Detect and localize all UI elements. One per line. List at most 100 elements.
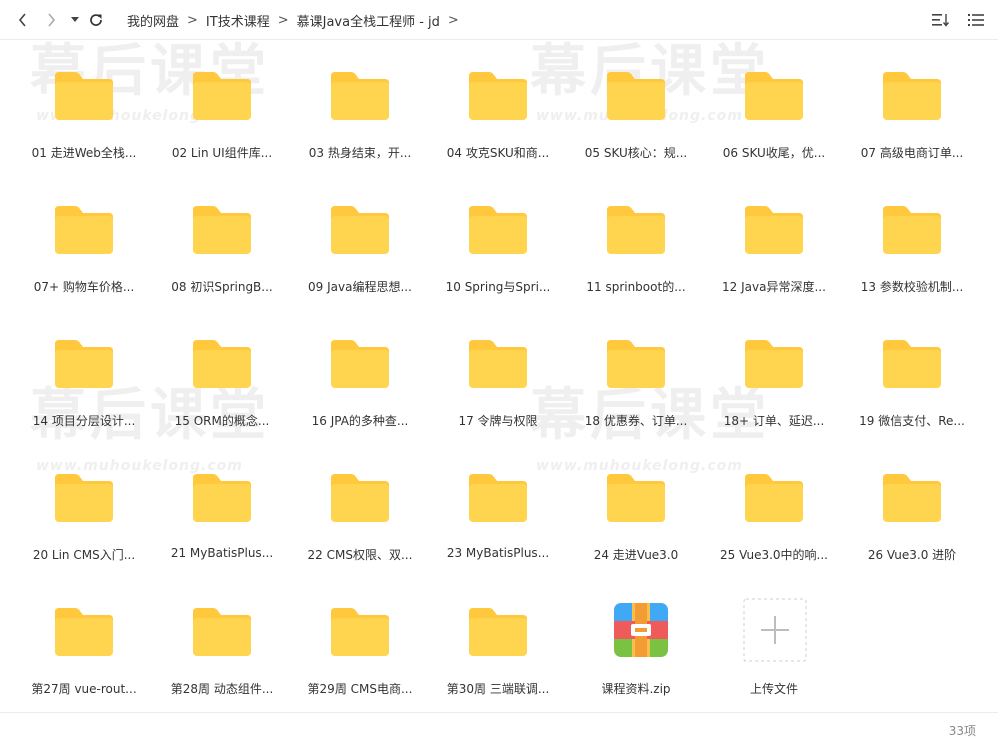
file-name: 18+ 订单、延迟... [723, 414, 825, 428]
folder-item[interactable]: 17 令牌与权限 [438, 308, 558, 428]
folder-icon [603, 472, 669, 528]
file-name: 课程资料.zip [601, 682, 671, 696]
folder-icon [51, 472, 117, 528]
sort-button[interactable] [932, 12, 950, 31]
folder-item[interactable]: 12 Java异常深度... [714, 174, 834, 294]
breadcrumb-item-it-courses[interactable]: IT技术课程 [206, 11, 270, 30]
file-name: 01 走进Web全栈... [31, 146, 137, 160]
folder-item[interactable]: 26 Vue3.0 进阶 [852, 442, 972, 562]
file-name: 12 Java异常深度... [722, 280, 826, 294]
file-name: 第30周 三端联调... [446, 682, 550, 696]
breadcrumb-separator: > [447, 13, 459, 28]
folder-icon [741, 204, 807, 260]
folder-item[interactable]: 13 参数校验机制... [852, 174, 972, 294]
folder-item[interactable]: 10 Spring与Spri... [438, 174, 558, 294]
folder-item[interactable]: 第27周 vue-rout... [24, 576, 144, 696]
folder-item[interactable]: 01 走进Web全栈... [24, 40, 144, 160]
list-view-button[interactable] [968, 12, 984, 31]
status-bar: 33项 [0, 712, 998, 745]
file-name: 10 Spring与Spri... [445, 280, 551, 294]
folder-icon [465, 338, 531, 394]
file-name: 05 SKU核心：规... [584, 146, 688, 160]
folder-item[interactable]: 16 JPA的多种查... [300, 308, 420, 428]
file-name: 07 高级电商订单... [860, 146, 964, 160]
folder-item[interactable]: 11 sprinboot的... [576, 174, 696, 294]
sort-icon [932, 14, 950, 27]
upload-file-button[interactable]: 上传文件 [714, 576, 834, 696]
file-name: 19 微信支付、Re... [859, 414, 965, 428]
folder-item[interactable]: 05 SKU核心：规... [576, 40, 696, 160]
folder-icon [465, 70, 531, 126]
folder-item[interactable]: 14 项目分层设计... [24, 308, 144, 428]
folder-item[interactable]: 07 高级电商订单... [852, 40, 972, 160]
list-view-icon [968, 14, 984, 26]
folder-item[interactable]: 15 ORM的概念... [162, 308, 282, 428]
folder-item[interactable]: 20 Lin CMS入门... [24, 442, 144, 562]
file-name: 07+ 购物车价格... [33, 280, 135, 294]
folder-item[interactable]: 02 Lin UI组件库... [162, 40, 282, 160]
file-name: 20 Lin CMS入门... [32, 548, 136, 562]
file-name: 22 CMS权限、双... [307, 548, 413, 562]
folder-item[interactable]: 07+ 购物车价格... [24, 174, 144, 294]
file-name: 第28周 动态组件... [170, 682, 274, 696]
folder-item[interactable]: 06 SKU收尾，优... [714, 40, 834, 160]
folder-item[interactable]: 18+ 订单、延迟... [714, 308, 834, 428]
view-controls [932, 12, 984, 31]
file-name: 04 攻克SKU和商... [446, 146, 550, 160]
folder-icon [327, 204, 393, 260]
folder-icon [327, 472, 393, 528]
folder-item[interactable]: 21 MyBatisPlus... [162, 442, 282, 562]
file-name: 第27周 vue-rout... [31, 682, 137, 696]
folder-icon [189, 606, 255, 662]
chevron-right-icon [48, 13, 56, 27]
breadcrumb-separator: > [277, 13, 289, 28]
folder-item[interactable]: 第29周 CMS电商... [300, 576, 420, 696]
folder-icon [465, 204, 531, 260]
folder-icon [327, 70, 393, 126]
folder-icon [741, 472, 807, 528]
folder-item[interactable]: 23 MyBatisPlus... [438, 442, 558, 562]
back-button[interactable] [14, 8, 32, 32]
file-name: 26 Vue3.0 进阶 [867, 548, 957, 562]
file-name: 17 令牌与权限 [458, 414, 538, 428]
folder-icon [189, 204, 255, 260]
chevron-left-icon [18, 13, 26, 27]
folder-item[interactable]: 04 攻克SKU和商... [438, 40, 558, 160]
refresh-button[interactable] [87, 8, 105, 32]
file-name: 08 初识SpringB... [171, 280, 273, 294]
folder-icon [879, 70, 945, 126]
file-item-zip[interactable]: 课程资料.zip [576, 576, 696, 696]
file-name: 第29周 CMS电商... [307, 682, 413, 696]
folder-icon [465, 606, 531, 662]
folder-item[interactable]: 25 Vue3.0中的响... [714, 442, 834, 562]
forward-button[interactable] [42, 8, 60, 32]
folder-item[interactable]: 22 CMS权限、双... [300, 442, 420, 562]
folder-item[interactable]: 19 微信支付、Re... [852, 308, 972, 428]
folder-icon [465, 472, 531, 528]
folder-icon [879, 204, 945, 260]
breadcrumb-item-my-drive[interactable]: 我的网盘 [127, 11, 179, 30]
folder-item[interactable]: 第28周 动态组件... [162, 576, 282, 696]
folder-icon [879, 338, 945, 394]
folder-icon [603, 204, 669, 260]
folder-item[interactable]: 09 Java编程思想... [300, 174, 420, 294]
folder-item[interactable]: 03 热身结束，开... [300, 40, 420, 160]
breadcrumb: 我的网盘 > IT技术课程 > 慕课Java全栈工程师 - jd > [127, 11, 467, 30]
folder-item[interactable]: 18 优惠券、订单... [576, 308, 696, 428]
folder-icon [51, 70, 117, 126]
folder-icon [189, 338, 255, 394]
file-name: 上传文件 [749, 682, 798, 696]
file-name: 03 热身结束，开... [308, 146, 412, 160]
caret-down-icon [71, 17, 79, 22]
folder-icon [603, 338, 669, 394]
history-dropdown[interactable] [69, 8, 81, 32]
folder-item[interactable]: 08 初识SpringB... [162, 174, 282, 294]
folder-icon [879, 472, 945, 528]
item-count: 33项 [948, 724, 976, 738]
breadcrumb-item-current-folder[interactable]: 慕课Java全栈工程师 - jd [297, 11, 440, 30]
folder-item[interactable]: 第30周 三端联调... [438, 576, 558, 696]
folder-icon [603, 70, 669, 126]
folder-item[interactable]: 24 走进Vue3.0 [576, 442, 696, 562]
folder-icon [189, 70, 255, 126]
folder-icon [327, 338, 393, 394]
